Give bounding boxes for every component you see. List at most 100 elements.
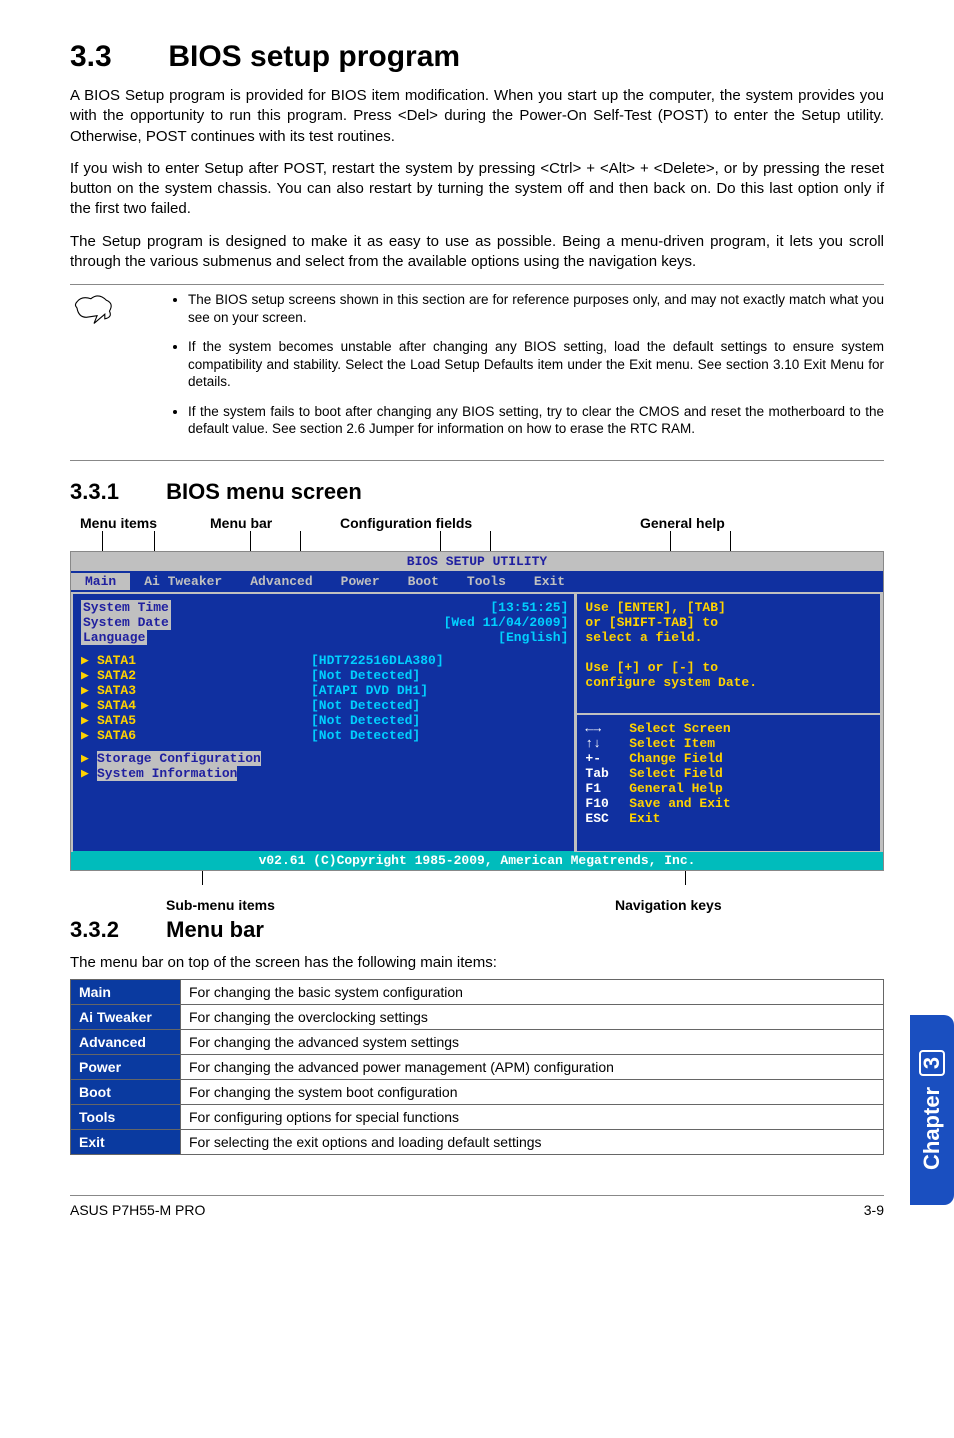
bios-item-system-info[interactable]: System Information bbox=[97, 766, 237, 781]
table-cell: For changing the advanced system setting… bbox=[181, 1030, 884, 1055]
subsection-title: BIOS menu screen bbox=[166, 479, 362, 504]
footer-right: 3-9 bbox=[864, 1202, 884, 1218]
submenu-triangle-icon: ▶ bbox=[81, 698, 97, 713]
bios-value-sata5: [Not Detected] bbox=[311, 713, 420, 728]
table-header-cell: Ai Tweaker bbox=[71, 1005, 181, 1030]
main-items-table: MainFor changing the basic system config… bbox=[70, 979, 884, 1155]
bios-nav-panel: ←→ Select Screen ↑↓ Select Item +- Chang… bbox=[576, 714, 881, 852]
bios-top-labels: Menu items Menu bar Configuration fields… bbox=[70, 515, 884, 531]
bios-tab-ai-tweaker[interactable]: Ai Tweaker bbox=[130, 573, 236, 590]
nav-key: ESC bbox=[585, 811, 621, 826]
chapter-side-tab: Chapter 3 bbox=[910, 1015, 954, 1205]
bios-value-sata2: [Not Detected] bbox=[311, 668, 420, 683]
divider bbox=[70, 460, 884, 461]
page-footer: ASUS P7H55-M PRO 3-9 bbox=[70, 1195, 884, 1238]
table-header-cell: Main bbox=[71, 980, 181, 1005]
nav-key: F1 bbox=[585, 781, 621, 796]
help-line bbox=[585, 645, 872, 660]
bios-help-panel: Use [ENTER], [TAB] or [SHIFT-TAB] to sel… bbox=[576, 594, 881, 714]
table-cell: For changing the basic system configurat… bbox=[181, 980, 884, 1005]
label-sub-menu-items: Sub-menu items bbox=[70, 897, 435, 913]
bios-title: BIOS SETUP UTILITY bbox=[71, 552, 883, 571]
nav-text: General Help bbox=[629, 781, 723, 796]
nav-text: Select Field bbox=[629, 766, 723, 781]
table-row: Ai TweakerFor changing the overclocking … bbox=[71, 1005, 884, 1030]
submenu-triangle-icon: ▶ bbox=[81, 766, 97, 781]
side-tab-number: 3 bbox=[919, 1050, 945, 1076]
table-row: MainFor changing the basic system config… bbox=[71, 980, 884, 1005]
bios-item-sata2[interactable]: SATA2 bbox=[97, 668, 311, 683]
nav-text: Save and Exit bbox=[629, 796, 730, 811]
note-item-3: If the system fails to boot after changi… bbox=[188, 403, 884, 438]
note-icon bbox=[70, 291, 118, 325]
note-item-2: If the system becomes unstable after cha… bbox=[188, 338, 884, 391]
bios-tab-tools[interactable]: Tools bbox=[453, 573, 520, 590]
menubar-intro: The menu bar on top of the screen has th… bbox=[70, 953, 884, 973]
bios-item-sata1[interactable]: SATA1 bbox=[97, 653, 311, 668]
table-row: BootFor changing the system boot configu… bbox=[71, 1080, 884, 1105]
bios-value-system-date: [Wed 11/04/2009] bbox=[444, 615, 569, 630]
bios-tab-exit[interactable]: Exit bbox=[520, 573, 579, 590]
label-menu-items: Menu items bbox=[70, 515, 210, 531]
bios-item-system-date[interactable]: System Date bbox=[81, 615, 171, 630]
nav-key: ↑↓ bbox=[585, 736, 621, 751]
bios-tab-power[interactable]: Power bbox=[327, 573, 394, 590]
submenu-triangle-icon: ▶ bbox=[81, 713, 97, 728]
bios-item-sata5[interactable]: SATA5 bbox=[97, 713, 311, 728]
bios-item-language[interactable]: Language bbox=[81, 630, 147, 645]
bios-left-panel: System Time [13:51:25] System Date [Wed 11… bbox=[71, 594, 576, 852]
subsection-title-2: Menu bar bbox=[166, 917, 264, 942]
nav-key: +- bbox=[585, 751, 621, 766]
paragraph-1: A BIOS Setup program is provided for BIO… bbox=[70, 86, 884, 147]
submenu-triangle-icon: ▶ bbox=[81, 653, 97, 668]
nav-key: ←→ bbox=[585, 721, 621, 736]
bios-item-sata4[interactable]: SATA4 bbox=[97, 698, 311, 713]
bios-item-sata3[interactable]: SATA3 bbox=[97, 683, 311, 698]
nav-text: Change Field bbox=[629, 751, 723, 766]
bios-bottom-labels: Sub-menu items Navigation keys bbox=[70, 897, 884, 913]
table-header-cell: Boot bbox=[71, 1080, 181, 1105]
bios-tab-boot[interactable]: Boot bbox=[394, 573, 453, 590]
subsection-heading: 3.3.1 BIOS menu screen bbox=[70, 479, 884, 505]
table-cell: For selecting the exit options and loadi… bbox=[181, 1130, 884, 1155]
section-heading: 3.3 BIOS setup program bbox=[70, 40, 884, 74]
bios-item-sata6[interactable]: SATA6 bbox=[97, 728, 311, 743]
bios-footer: v02.61 (C)Copyright 1985-2009, American … bbox=[71, 851, 883, 870]
bios-tab-main[interactable]: Main bbox=[71, 573, 130, 590]
nav-key: F10 bbox=[585, 796, 621, 811]
nav-text: Select Screen bbox=[629, 721, 730, 736]
table-header-cell: Exit bbox=[71, 1130, 181, 1155]
divider bbox=[70, 284, 884, 285]
table-header-cell: Tools bbox=[71, 1105, 181, 1130]
connector-lines-top bbox=[70, 531, 884, 551]
nav-text: Select Item bbox=[629, 736, 715, 751]
footer-left: ASUS P7H55-M PRO bbox=[70, 1202, 205, 1218]
label-navigation-keys: Navigation keys bbox=[435, 897, 884, 913]
bios-value-sata1: [HDT722516DLA380] bbox=[311, 653, 444, 668]
bios-screenshot: BIOS SETUP UTILITY Main Ai Tweaker Advan… bbox=[70, 551, 884, 871]
bios-item-storage-config[interactable]: Storage Configuration bbox=[97, 751, 261, 766]
submenu-triangle-icon: ▶ bbox=[81, 751, 97, 766]
bios-item-system-time[interactable]: System Time bbox=[81, 600, 171, 615]
bios-tab-advanced[interactable]: Advanced bbox=[236, 573, 326, 590]
section-number: 3.3 bbox=[70, 40, 160, 74]
table-row: ExitFor selecting the exit options and l… bbox=[71, 1130, 884, 1155]
bios-value-language: [English] bbox=[498, 630, 568, 645]
nav-text: Exit bbox=[629, 811, 660, 826]
help-line: configure system Date. bbox=[585, 675, 872, 690]
submenu-triangle-icon: ▶ bbox=[81, 683, 97, 698]
paragraph-3: The Setup program is designed to make it… bbox=[70, 232, 884, 273]
label-general-help: General help bbox=[550, 515, 884, 531]
help-line: Use [+] or [-] to bbox=[585, 660, 872, 675]
connector-lines-bottom bbox=[70, 871, 884, 885]
subsection-number: 3.3.1 bbox=[70, 479, 160, 505]
section-title: BIOS setup program bbox=[168, 40, 460, 73]
bios-value-system-time: [13:51:25] bbox=[490, 600, 568, 615]
label-config-fields: Configuration fields bbox=[340, 515, 550, 531]
bios-value-sata3: [ATAPI DVD DH1] bbox=[311, 683, 428, 698]
bios-value-sata4: [Not Detected] bbox=[311, 698, 420, 713]
bios-value-sata6: [Not Detected] bbox=[311, 728, 420, 743]
paragraph-2: If you wish to enter Setup after POST, r… bbox=[70, 159, 884, 220]
submenu-triangle-icon: ▶ bbox=[81, 728, 97, 743]
table-row: PowerFor changing the advanced power man… bbox=[71, 1055, 884, 1080]
